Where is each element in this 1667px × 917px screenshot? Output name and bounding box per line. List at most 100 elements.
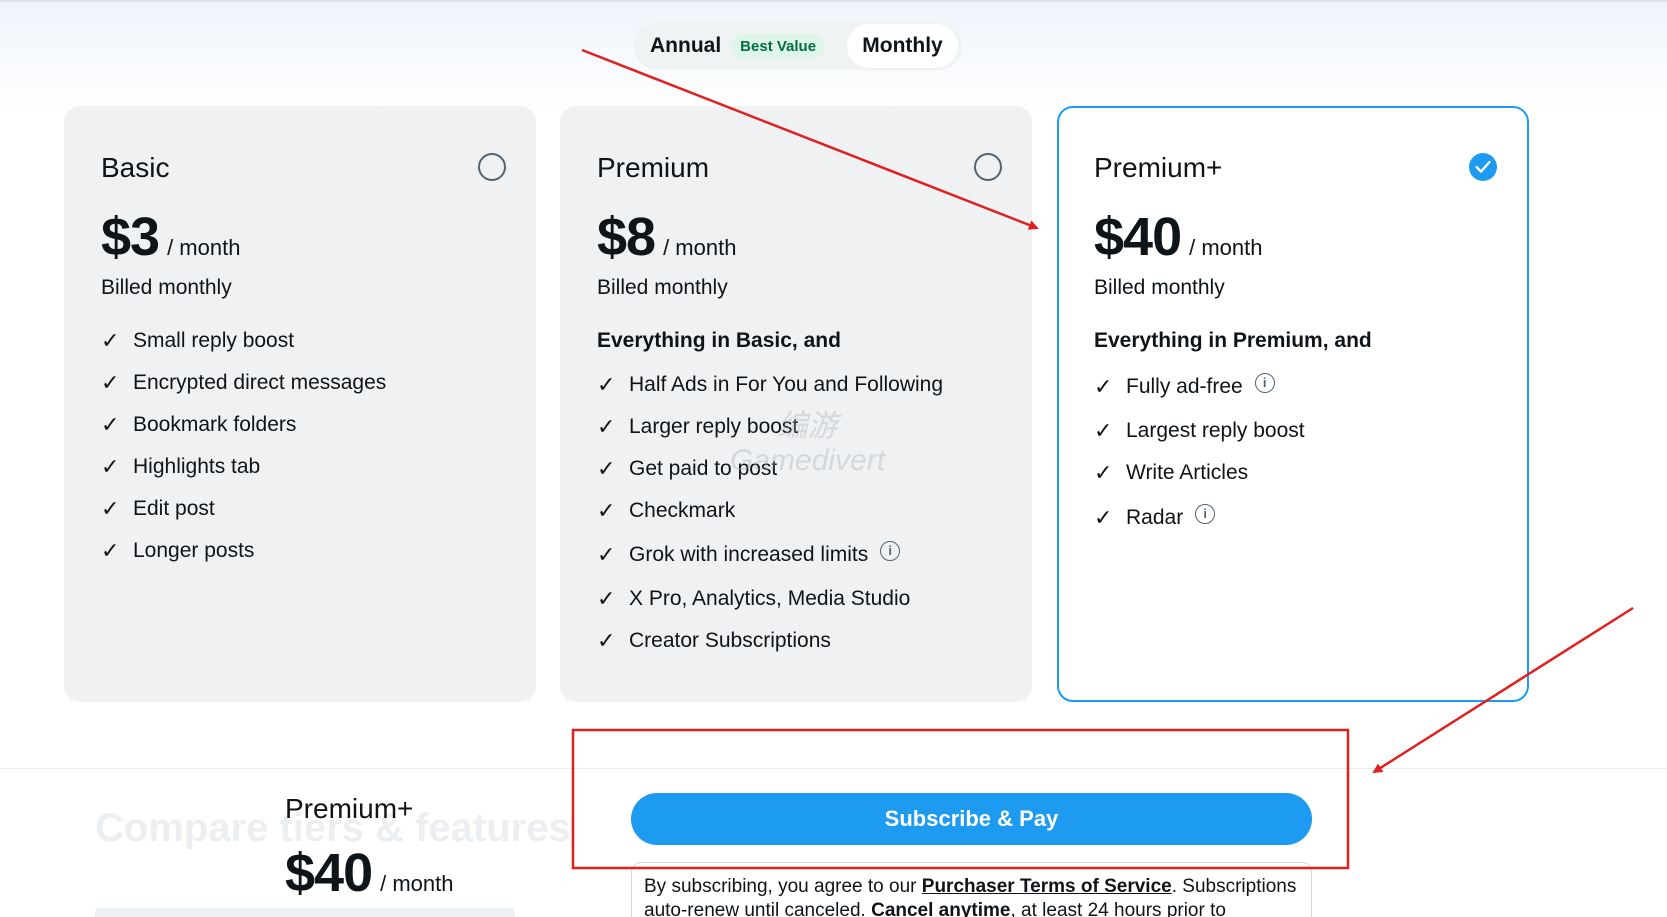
feature-item: ✓ Write Articles bbox=[1094, 452, 1372, 494]
selected-price-unit: / month bbox=[380, 871, 454, 896]
cancel-anytime-link[interactable]: Cancel anytime bbox=[871, 900, 1010, 917]
selected-plan-price: $40 / month bbox=[285, 842, 453, 904]
price-unit: / month bbox=[663, 235, 737, 260]
check-icon: ✓ bbox=[1094, 460, 1113, 485]
plan-price: $40 / month bbox=[1094, 206, 1262, 268]
billing-period-toggle: Annual Best Value Monthly bbox=[634, 22, 962, 70]
feature-label: Grok with increased limits bbox=[629, 543, 869, 566]
check-icon: ✓ bbox=[597, 498, 616, 523]
feature-item: ✓ Encrypted direct messages bbox=[101, 362, 386, 404]
feature-label: Encrypted direct messages bbox=[133, 371, 387, 394]
check-icon: ✓ bbox=[1094, 505, 1113, 530]
plan-card-premium-plus[interactable]: Premium+ $40 / month Billed monthly Ever… bbox=[1057, 106, 1529, 702]
feature-item: ✓ Edit post bbox=[101, 488, 386, 530]
annual-label: Annual bbox=[650, 34, 722, 57]
purchaser-terms-link[interactable]: Purchaser Terms of Service bbox=[922, 876, 1172, 897]
feature-item: ✓ Half Ads in For You and Following bbox=[597, 364, 943, 406]
plan-price: $3 / month bbox=[101, 206, 240, 268]
info-icon[interactable]: i bbox=[1254, 373, 1275, 393]
price-amount: $3 bbox=[101, 207, 160, 267]
terms-prefix: By subscribing, you agree to our bbox=[644, 876, 922, 897]
feature-item: ✓ Fully ad-free i bbox=[1094, 364, 1372, 410]
feature-item: ✓ Creator Subscriptions bbox=[597, 620, 943, 662]
info-icon[interactable]: i bbox=[880, 541, 901, 561]
feature-list: Everything in Premium, and ✓ Fully ad-fre… bbox=[1094, 328, 1372, 542]
feature-item: ✓ Highlights tab bbox=[101, 446, 386, 488]
plan-name: Basic bbox=[101, 152, 170, 183]
selected-price-amount: $40 bbox=[285, 843, 373, 903]
selected-plan-name: Premium+ bbox=[285, 793, 414, 824]
plan-name: Premium bbox=[597, 152, 710, 183]
feature-intro: Everything in Premium, and bbox=[1094, 329, 1372, 352]
feature-label: Small reply boost bbox=[133, 329, 295, 352]
plan-name: Premium+ bbox=[1094, 152, 1223, 183]
feature-label: Edit post bbox=[133, 497, 215, 520]
feature-label: Fully ad-free bbox=[1126, 375, 1243, 398]
subscribe-pay-button[interactable]: Subscribe & Pay bbox=[631, 793, 1312, 845]
feature-label: Bookmark folders bbox=[133, 413, 297, 436]
section-divider bbox=[0, 768, 1667, 769]
price-amount: $8 bbox=[597, 207, 656, 267]
price-unit: / month bbox=[167, 235, 241, 260]
subscription-page: Annual Best Value Monthly Basic $3 / mon… bbox=[0, 0, 1667, 917]
check-icon: ✓ bbox=[1094, 418, 1113, 443]
plan-card-premium[interactable]: Premium $8 / month Billed monthly Everyt… bbox=[560, 106, 1032, 702]
check-icon: ✓ bbox=[597, 414, 616, 439]
billing-note: Billed monthly bbox=[597, 276, 728, 299]
check-icon: ✓ bbox=[101, 538, 120, 563]
feature-item: ✓ Radar i bbox=[1094, 494, 1372, 542]
feature-label: Write Articles bbox=[1126, 461, 1249, 484]
checkmark-icon bbox=[1475, 160, 1491, 173]
info-icon[interactable]: i bbox=[1195, 504, 1216, 524]
feature-item: ✓ Largest reply boost bbox=[1094, 410, 1372, 452]
plan-card-basic[interactable]: Basic $3 / month Billed monthly ✓ Small r… bbox=[64, 106, 536, 702]
feature-label: Checkmark bbox=[629, 499, 736, 522]
feature-item: ✓ Checkmark bbox=[597, 490, 943, 532]
check-icon: ✓ bbox=[101, 370, 120, 395]
terms-notice: By subscribing, you agree to our Purchas… bbox=[631, 862, 1312, 917]
billing-note: Billed monthly bbox=[101, 276, 232, 299]
feature-item: ✓ X Pro, Analytics, Media Studio bbox=[597, 578, 943, 620]
feature-list: ✓ Small reply boost ✓ Encrypted direct mes… bbox=[101, 320, 386, 572]
feature-intro: Everything in Basic, and bbox=[597, 329, 841, 352]
check-icon: ✓ bbox=[101, 454, 120, 479]
check-icon: ✓ bbox=[597, 542, 616, 567]
feature-label: Creator Subscriptions bbox=[629, 629, 831, 652]
check-icon: ✓ bbox=[597, 372, 616, 397]
billing-note: Billed monthly bbox=[1094, 276, 1225, 299]
watermark: 编游 Gamedivert bbox=[730, 410, 885, 478]
price-amount: $40 bbox=[1094, 207, 1182, 267]
plan-price: $8 / month bbox=[597, 206, 736, 268]
check-icon: ✓ bbox=[597, 586, 616, 611]
feature-item: ✓ Grok with increased limits i bbox=[597, 532, 943, 578]
check-icon: ✓ bbox=[101, 496, 120, 521]
feature-label: Radar bbox=[1126, 506, 1184, 529]
check-icon: ✓ bbox=[1094, 374, 1113, 399]
feature-item: ✓ Small reply boost bbox=[101, 320, 386, 362]
feature-label: Half Ads in For You and Following bbox=[629, 373, 944, 396]
check-icon: ✓ bbox=[597, 456, 616, 481]
feature-list: Everything in Basic, and ✓ Half Ads in Fo… bbox=[597, 328, 943, 662]
feature-label: X Pro, Analytics, Media Studio bbox=[629, 587, 911, 610]
monthly-label: Monthly bbox=[862, 34, 943, 57]
top-divider bbox=[0, 0, 1667, 2]
faded-text-line bbox=[95, 908, 515, 917]
feature-label: Longer posts bbox=[133, 539, 255, 562]
watermark-line-2: Gamedivert bbox=[730, 444, 886, 477]
check-icon: ✓ bbox=[101, 328, 120, 353]
watermark-line-1: 编游 bbox=[777, 410, 838, 443]
best-value-badge: Best Value bbox=[731, 33, 826, 59]
feature-label: Highlights tab bbox=[133, 455, 261, 478]
plan-radio-premium[interactable] bbox=[974, 153, 1002, 181]
toggle-annual[interactable]: Annual Best Value bbox=[650, 22, 826, 70]
toggle-monthly[interactable]: Monthly bbox=[847, 24, 958, 68]
plan-radio-basic[interactable] bbox=[478, 153, 506, 181]
feature-label: Largest reply boost bbox=[1126, 419, 1305, 442]
check-icon: ✓ bbox=[597, 628, 616, 653]
plan-radio-premium-plus[interactable] bbox=[1469, 153, 1497, 181]
feature-item: ✓ Longer posts bbox=[101, 530, 386, 572]
price-unit: / month bbox=[1189, 235, 1263, 260]
feature-item: ✓ Bookmark folders bbox=[101, 404, 386, 446]
terms-suffix: , at least 24 hours prior to bbox=[1010, 900, 1226, 917]
check-icon: ✓ bbox=[101, 412, 120, 437]
